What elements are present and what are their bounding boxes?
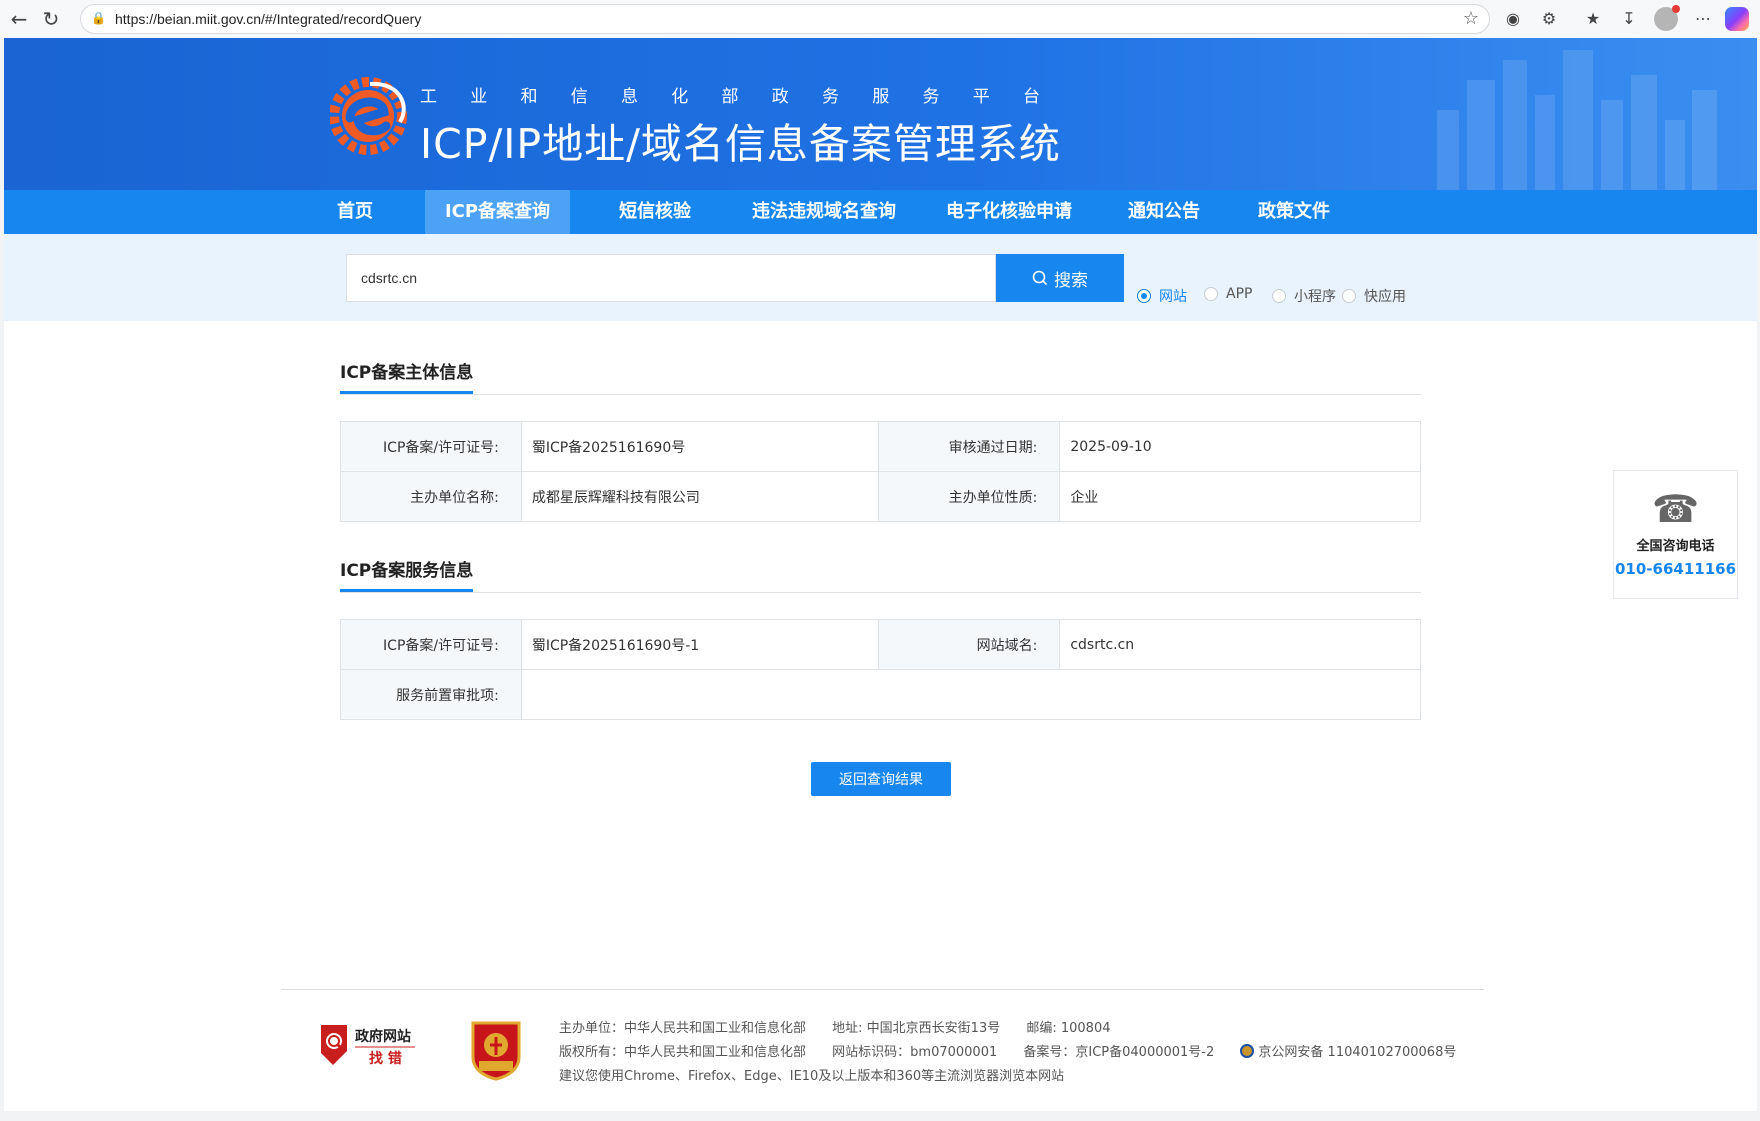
- table-key: 主办单位名称:: [340, 471, 522, 522]
- nav-illegal-domain[interactable]: 违法违规域名查询: [739, 190, 909, 234]
- extensions-icon[interactable]: ⚙: [1536, 6, 1562, 32]
- table-value: 2025-09-10: [1059, 421, 1421, 472]
- table-row: 服务前置审批项:: [340, 669, 1422, 720]
- table-value: 成都星辰辉耀科技有限公司: [520, 471, 879, 522]
- site-info-icon[interactable]: 🔒: [91, 11, 107, 27]
- table-key: 服务前置审批项:: [340, 669, 522, 720]
- radio-mini-program[interactable]: 小程序: [1272, 286, 1336, 306]
- radio-dot: [1342, 289, 1356, 303]
- service-section-title: ICP备案服务信息: [340, 556, 474, 592]
- nav-home[interactable]: 首页: [310, 190, 400, 234]
- hotline-widget: ☎ 全国咨询电话 010-66411166: [1613, 470, 1738, 599]
- back-to-results-button[interactable]: 返回查询结果: [811, 762, 951, 796]
- page-title: ICP/IP地址/域名信息备案管理系统: [420, 120, 1061, 168]
- table-row: 主办单位名称: 成都星辰辉耀科技有限公司 主办单位性质: 企业: [340, 471, 1421, 522]
- section-divider: [340, 592, 1421, 593]
- table-key: 审核通过日期:: [877, 421, 1061, 472]
- nav-electronic-verify[interactable]: 电子化核验申请: [934, 190, 1084, 234]
- hotline-label: 全国咨询电话: [1636, 539, 1715, 554]
- more-menu-icon[interactable]: ⋯: [1690, 6, 1716, 32]
- svg-text:找 错: 找 错: [369, 1050, 402, 1067]
- table-row: ICP备案/许可证号: 蜀ICP备2025161690号-1 网站域名: cds…: [340, 619, 1421, 670]
- favorites-icon[interactable]: ★: [1580, 6, 1606, 32]
- footer-record-link[interactable]: 备案号：京ICP备04000001号-2: [1023, 1045, 1214, 1060]
- subject-info-table: ICP备案/许可证号: 蜀ICP备2025161690号 审核通过日期: 202…: [340, 421, 1421, 522]
- nav-sms-verify[interactable]: 短信核验: [595, 190, 715, 234]
- header-banner: 工 业 和 信 息 化 部 政 务 服 务 平 台 ICP/IP地址/域名信息备…: [4, 38, 1757, 190]
- footer-copyright: 版权所有：中华人民共和国工业和信息化部: [559, 1045, 807, 1060]
- table-value: 企业: [1059, 471, 1421, 522]
- radio-label: 快应用: [1364, 289, 1406, 305]
- radio-label: APP: [1226, 286, 1253, 302]
- footer-browser-tip: 建议您使用Chrome、Firefox、Edge、IE10及以上版本和360等主…: [559, 1069, 1065, 1084]
- nav-notices[interactable]: 通知公告: [1109, 190, 1219, 234]
- address-bar[interactable]: 🔒 https://beian.miit.gov.cn/#/Integrated…: [80, 4, 1490, 34]
- table-value: 蜀ICP备2025161690号: [520, 421, 879, 472]
- url-text: https://beian.miit.gov.cn/#/Integrated/r…: [115, 11, 422, 27]
- radio-label: 小程序: [1294, 289, 1336, 305]
- subject-section-title: ICP备案主体信息: [340, 358, 474, 394]
- table-key: 主办单位性质:: [877, 471, 1061, 522]
- hotline-number: 010-66411166: [1614, 560, 1737, 578]
- footer-line-1: 主办单位：中华人民共和国工业和信息化部 地址: 中国北京西长安街13号 邮编: …: [559, 1017, 1133, 1036]
- police-badge-icon: [1240, 1044, 1255, 1058]
- city-skyline-decoration: [1437, 50, 1717, 190]
- banner-subtitle: 工 业 和 信 息 化 部 政 务 服 务 平 台: [420, 87, 1040, 107]
- radio-website[interactable]: 网站: [1137, 286, 1187, 306]
- footer-divider: [281, 989, 1484, 990]
- favorite-star-icon[interactable]: ☆: [1463, 8, 1479, 29]
- copilot-icon[interactable]: [1725, 7, 1749, 31]
- footer-police-record-link[interactable]: 京公网安备 11040102700068号: [1258, 1045, 1456, 1060]
- miit-logo-icon: [330, 77, 407, 155]
- back-arrow-icon[interactable]: ←: [6, 6, 32, 32]
- downloads-icon[interactable]: ↧: [1616, 6, 1642, 32]
- footer-line-2: 版权所有：中华人民共和国工业和信息化部 网站标识码：bm07000001 备案号…: [559, 1041, 1478, 1060]
- table-row: ICP备案/许可证号: 蜀ICP备2025161690号 审核通过日期: 202…: [340, 421, 1421, 472]
- search-button[interactable]: 搜索: [996, 254, 1124, 302]
- search-band: 搜索 网站 APP 小程序 快应用: [4, 234, 1757, 321]
- browser-toolbar: ← ↻ 🔒 https://beian.miit.gov.cn/#/Integr…: [0, 0, 1760, 38]
- table-key: ICP备案/许可证号:: [340, 421, 522, 472]
- radio-app[interactable]: APP: [1204, 286, 1252, 302]
- table-value: [520, 669, 1422, 720]
- main-nav: 首页 ICP备案查询 短信核验 违法违规域名查询 电子化核验申请 通知公告 政策…: [4, 190, 1757, 234]
- footer-address: 地址: 中国北京西长安街13号: [832, 1021, 1001, 1036]
- table-key: 网站域名:: [877, 619, 1061, 670]
- radio-dot: [1204, 287, 1218, 301]
- page-bottom-strip: [4, 1111, 1757, 1121]
- web-page: 工 业 和 信 息 化 部 政 务 服 务 平 台 ICP/IP地址/域名信息备…: [4, 38, 1757, 1121]
- profile-avatar[interactable]: [1654, 5, 1680, 31]
- svg-text:政府网站: 政府网站: [355, 1028, 411, 1045]
- radio-dot: [1137, 289, 1151, 303]
- radio-label: 网站: [1159, 289, 1187, 305]
- nav-policy[interactable]: 政策文件: [1239, 190, 1349, 234]
- nav-icp-query[interactable]: ICP备案查询: [425, 190, 570, 234]
- telephone-icon: ☎: [1651, 487, 1700, 531]
- table-key: ICP备案/许可证号:: [340, 619, 522, 670]
- tracking-icon[interactable]: ◉: [1500, 6, 1526, 32]
- radio-quick-app[interactable]: 快应用: [1342, 286, 1406, 306]
- search-button-label: 搜索: [1054, 270, 1088, 290]
- section-divider: [340, 394, 1421, 395]
- table-value: 蜀ICP备2025161690号-1: [520, 619, 879, 670]
- service-info-table: ICP备案/许可证号: 蜀ICP备2025161690号-1 网站域名: cds…: [340, 619, 1422, 720]
- search-input[interactable]: [346, 254, 996, 302]
- party-government-seal-icon[interactable]: [469, 1019, 523, 1081]
- footer-host: 主办单位：中华人民共和国工业和信息化部: [559, 1021, 807, 1036]
- search-icon: [1032, 270, 1048, 286]
- footer-postcode: 邮编: 100804: [1026, 1021, 1111, 1036]
- footer-site-id: 网站标识码：bm07000001: [832, 1045, 998, 1060]
- gov-site-error-report-logo[interactable]: 政府网站 找 错: [319, 1023, 419, 1068]
- reload-icon[interactable]: ↻: [38, 6, 64, 32]
- radio-dot: [1272, 289, 1286, 303]
- table-value: cdsrtc.cn: [1059, 619, 1421, 670]
